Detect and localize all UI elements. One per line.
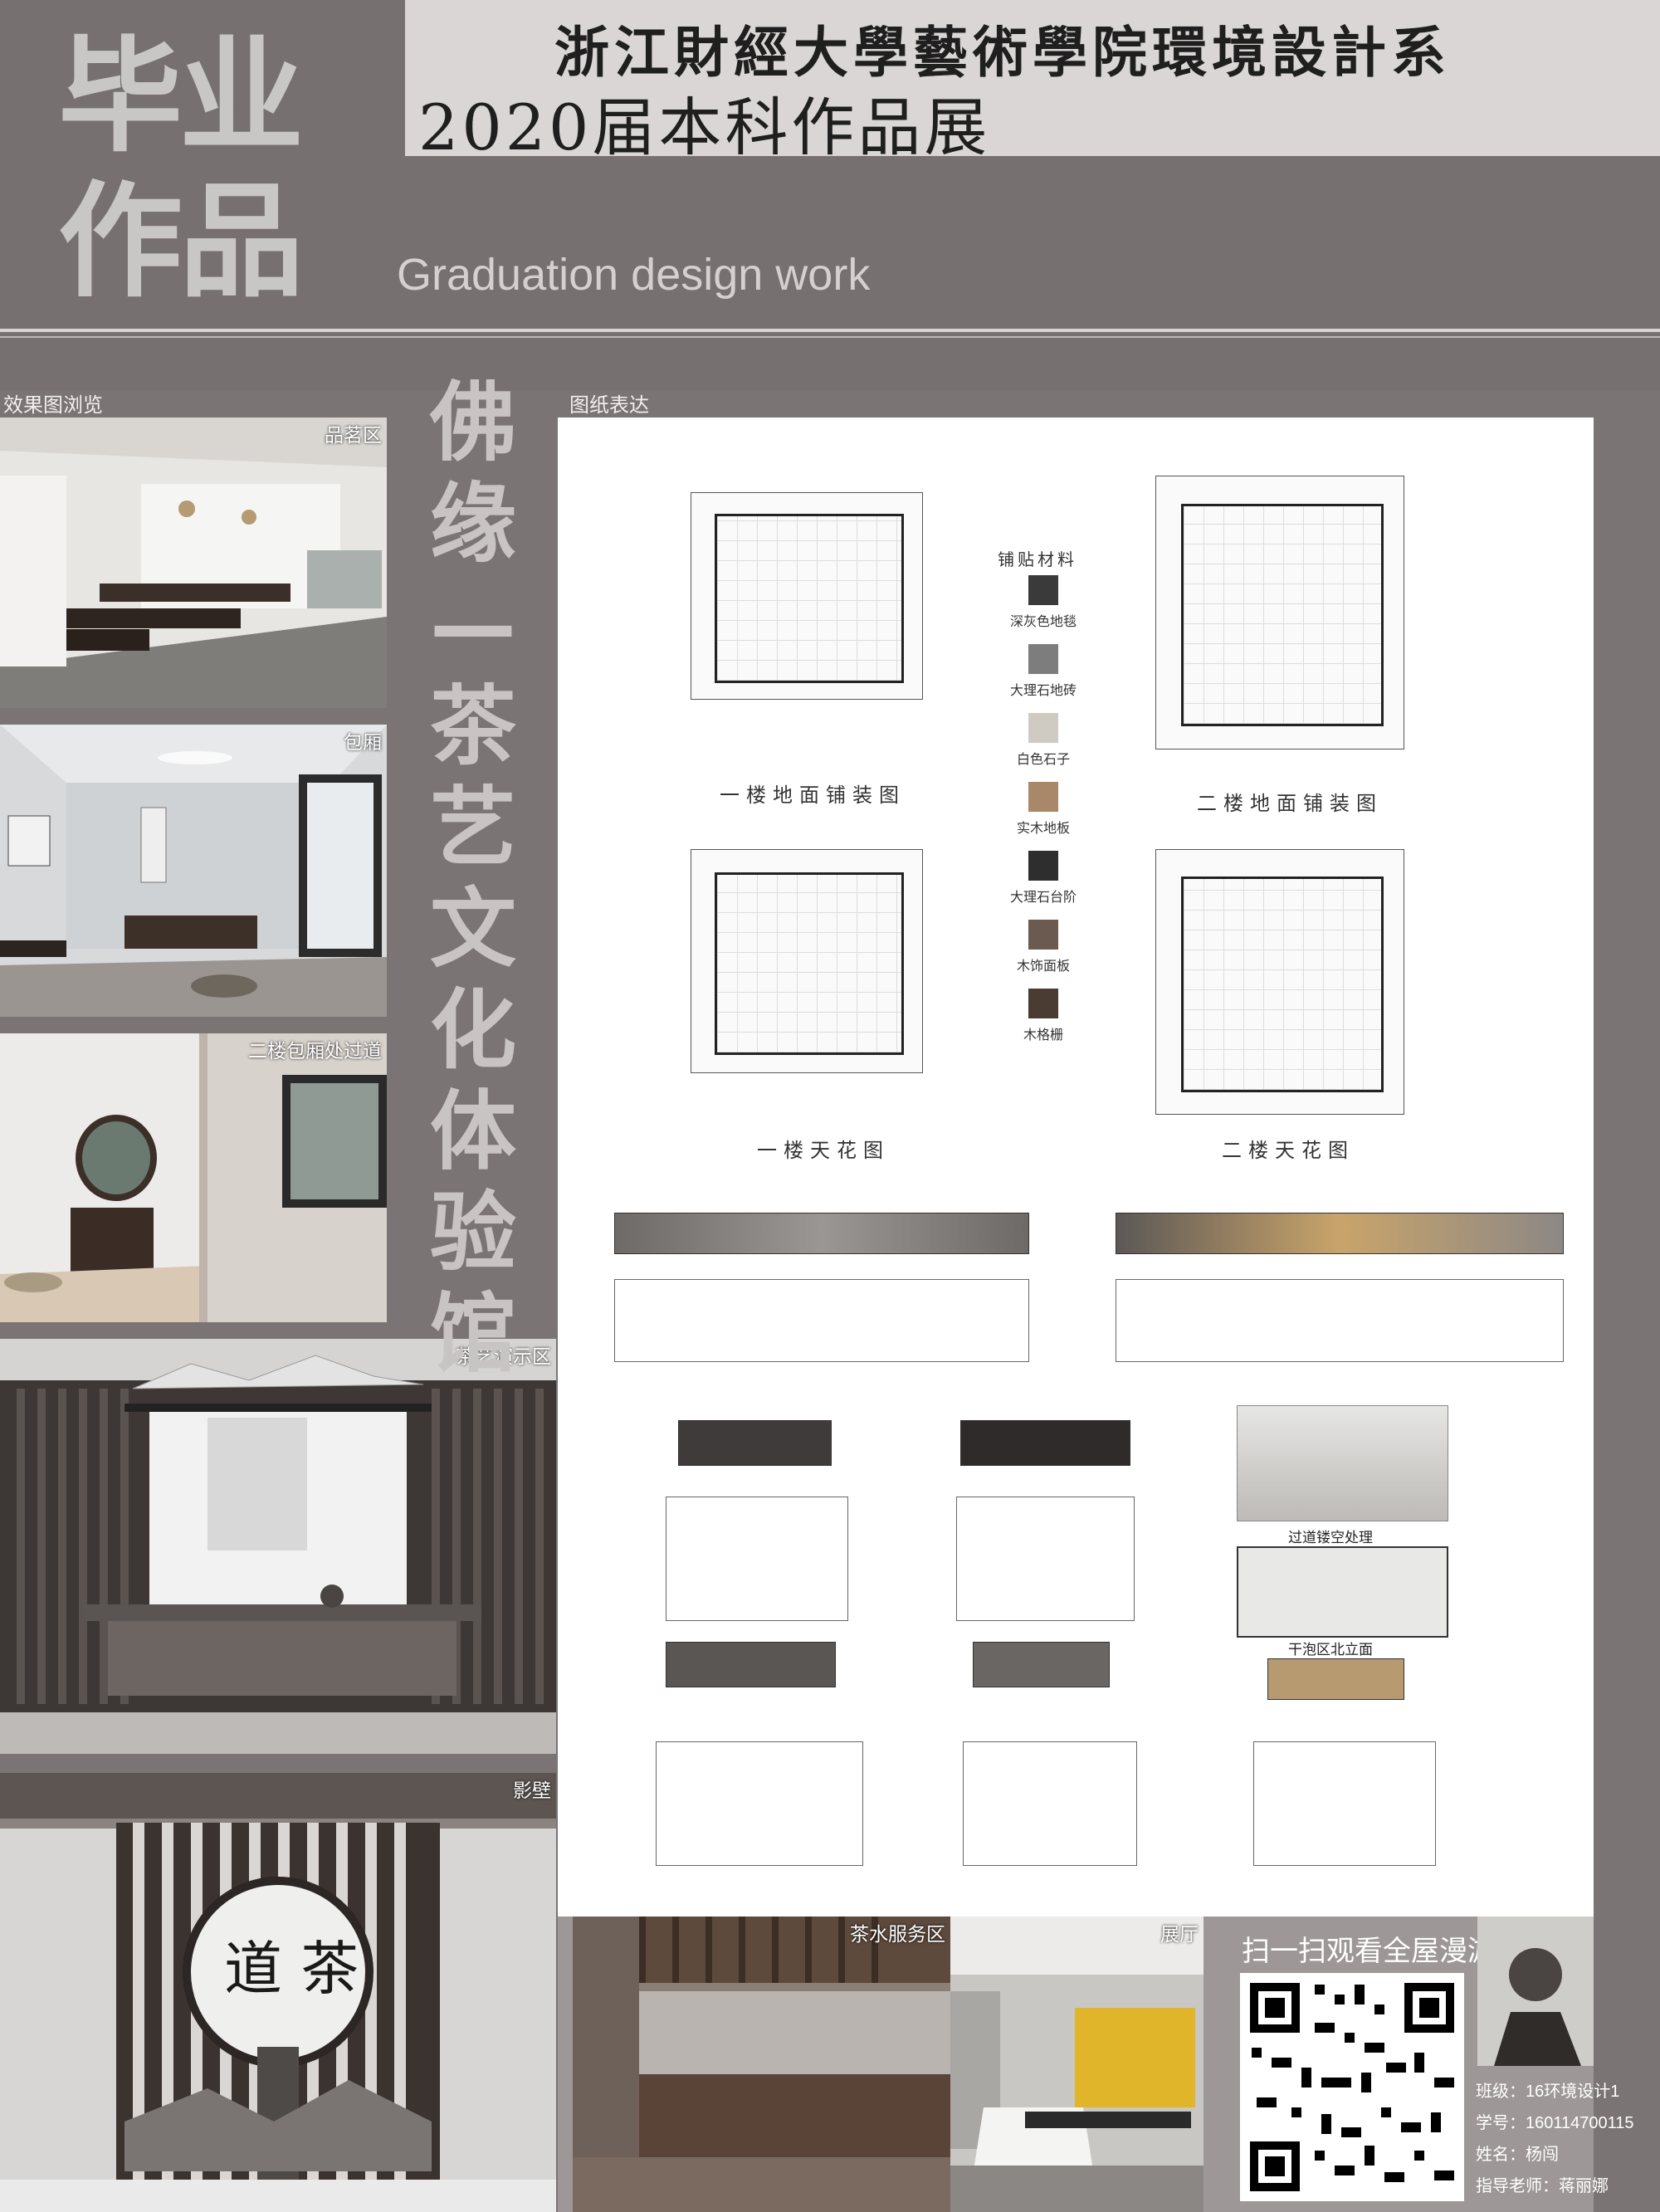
material-swatch [1028,851,1058,881]
elevation-detail [956,1497,1135,1621]
material-swatch [1028,989,1058,1018]
elevation-drawing-right [1116,1279,1564,1362]
elevation-detail [1253,1741,1436,1866]
project-title-vertical: 佛缘—茶艺文化体验馆 [429,372,516,1384]
ceiling-plan-2f [1155,849,1404,1115]
plan-title: 一楼天花图 [757,1139,890,1162]
photo-caption: 展厅 [1160,1923,1199,1945]
private-room-image [0,725,387,1017]
material-label: 深灰色地毯 [1009,615,1077,629]
drawings-panel: 一楼地面铺装图 二楼地面铺装图 一楼天花图 二楼天花图 铺贴材料 深灰色地毯大理… [558,417,1594,1917]
tea-demo-image [0,1339,556,1754]
portrait-image [1477,1917,1594,2066]
photo-tea-tasting-area: 品茗区 [0,417,387,708]
qr-title: 扫一扫观看全屋漫游 [1242,1936,1496,1967]
title-band: 浙江財經大學藝術學院環境設計系 2020届本科作品展 [405,0,1660,164]
section-strip-right [1116,1213,1564,1254]
photo-tea-demo-area: 茶艺演示区 [0,1339,556,1754]
photo-corridor: 二楼包厢处过道 [0,1033,387,1322]
info-teacher: 指导老师：蒋丽娜 [1476,2177,1609,2195]
tea-service-image [573,1917,950,2212]
header-divider-thin [0,336,1660,338]
render-corridor-hollow [1237,1405,1448,1521]
material-label: 大理石地砖 [1009,684,1077,698]
elevation-detail [656,1741,863,1866]
material-swatch [1028,713,1058,743]
material-label: 木饰面板 [1016,960,1070,974]
qr-code[interactable] [1240,1973,1464,2201]
material-swatch [1028,575,1058,605]
image-caption: 过道镂空处理 [1288,1530,1373,1545]
detail-strip [973,1642,1110,1687]
elevation-detail [963,1741,1137,1866]
photo-caption: 二楼包厢处过道 [248,1040,382,1062]
photo-caption: 影壁 [513,1780,551,1801]
material-swatch [1028,782,1058,812]
bottom-strip: 茶水服务区 展厅 扫一扫观看全屋漫游 班级：16环境设计1 学号：1601147… [558,1917,1634,2212]
floor-plan-1f-paving [691,492,923,700]
photo-private-room: 包厢 [0,725,387,1017]
material-swatch [1028,920,1058,950]
photo-caption: 茶水服务区 [850,1923,945,1945]
english-subtitle: Graduation design work [397,250,871,300]
material-label: 实木地板 [1016,822,1070,836]
info-class: 班级：16环境设计1 [1476,2083,1620,2101]
detail-strip [678,1420,832,1466]
material-label: 白色石子 [1016,753,1070,767]
exhibition-hall-image [950,1917,1204,2212]
photo-caption: 品茗区 [325,424,382,446]
tea-room-image [0,417,387,708]
plan-title: 二楼地面铺装图 [1197,792,1383,815]
elevation-detail [666,1497,848,1621]
ceiling-plan-1f [691,849,923,1073]
photo-caption: 包厢 [344,731,382,753]
info-name: 姓名：杨闯 [1476,2146,1559,2164]
big-title: 毕业作品 [58,25,304,315]
detail-strip [666,1642,836,1687]
photo-exhibition-hall: 展厅 [950,1917,1204,2212]
material-label: 大理石台阶 [1009,891,1077,905]
avatar [1477,1917,1594,2066]
exhibition-title: 2020届本科作品展 [418,90,991,164]
detail-strip [1267,1658,1404,1700]
photo-tea-service-area: 茶水服务区 [573,1917,950,2212]
drawings-label: 图纸表达 [569,394,649,417]
render-dry-tea-area [1237,1546,1448,1638]
screen-wall-image: 道 茶 [0,1773,556,2212]
materials-title: 铺贴材料 [998,549,1077,569]
svg-text:道 茶: 道 茶 [224,1935,359,2003]
image-caption: 干泡区北立面 [1288,1642,1373,1658]
material-swatch [1028,644,1058,674]
floor-plan-2f-paving [1155,476,1404,750]
qr-pattern [1250,1983,1454,2191]
info-student-id: 学号：160114700115 [1476,2114,1634,2132]
header-divider [0,329,1660,332]
renderings-label: 效果图浏览 [3,394,103,417]
section-strip-left [614,1213,1029,1254]
material-label: 木格栅 [1023,1028,1063,1043]
materials-legend: 深灰色地毯大理石地砖白色石子实木地板大理石台阶木饰面板木格栅 [989,575,1097,1065]
plan-title: 二楼天花图 [1222,1139,1355,1162]
photo-screen-wall: 道 茶 影壁 [0,1773,556,2212]
detail-strip [960,1420,1130,1466]
corridor-image [0,1033,387,1322]
plan-title: 一楼地面铺装图 [720,784,906,807]
elevation-drawing-left [614,1279,1029,1362]
